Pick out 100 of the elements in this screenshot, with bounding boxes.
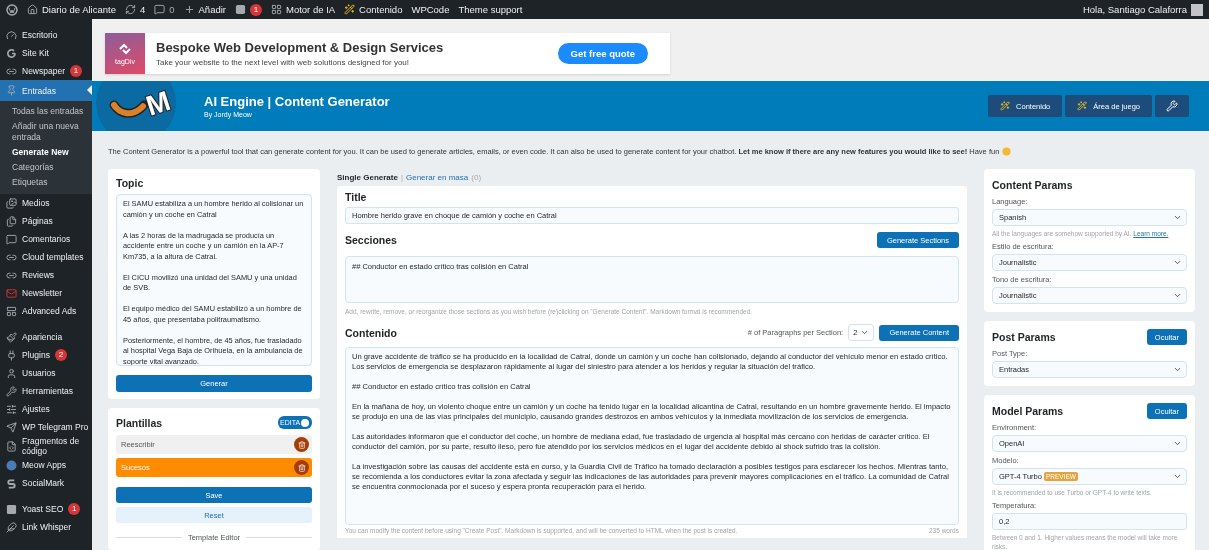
sidebar-item[interactable]: Newspaper 1 <box>0 62 92 80</box>
sidebar-item[interactable]: Site Kit <box>0 44 92 62</box>
count-badge: 1 <box>68 503 81 515</box>
sidebar-item[interactable]: Cloud templates <box>0 248 92 266</box>
toolbar-link[interactable]: Contenido <box>344 4 403 15</box>
sidebar-item[interactable]: Comentarios <box>0 230 92 248</box>
sidebar-item[interactable]: Reviews <box>0 266 92 284</box>
send-icon <box>6 421 17 433</box>
sidebar-item[interactable]: Escritorio <box>0 26 92 44</box>
field-label: Title <box>345 191 368 203</box>
mode-tab[interactable]: Single Generate <box>337 173 398 182</box>
s-logo-icon <box>6 477 17 489</box>
account-link[interactable]: Hola, Santiago Calaforra <box>1082 3 1203 16</box>
submenu-item[interactable]: Generate New <box>0 147 92 158</box>
separator: | <box>400 173 403 182</box>
wrench-icon <box>6 385 17 397</box>
pages-icon <box>6 215 17 227</box>
g-logo-icon <box>6 47 17 59</box>
wordpress-logo-icon <box>6 3 18 16</box>
mail-icon <box>6 287 17 299</box>
sidebar-item[interactable]: Herramientas <box>0 382 92 400</box>
field-label: Contenido <box>345 326 397 339</box>
refresh-icon <box>124 4 136 15</box>
chevron-icon <box>1173 472 1182 481</box>
comment-icon <box>6 233 17 245</box>
gauge-icon <box>6 29 17 41</box>
images-icon <box>6 197 17 209</box>
sidebar-item[interactable]: Medios <box>0 194 92 212</box>
submenu-item[interactable]: Todas las entradas <box>0 106 92 117</box>
page-title: AI Engine | Content Generator <box>204 94 391 109</box>
emoji-icon <box>1002 147 1012 156</box>
card-title: Plantillas <box>116 416 163 429</box>
home-icon <box>27 4 38 15</box>
trash-icon <box>297 440 306 449</box>
avatar-icon <box>1191 3 1203 16</box>
seo-link[interactable]: 1 <box>235 3 262 16</box>
count-badge: 2 <box>54 349 67 361</box>
submenu-item[interactable]: Añadir una nueva entrada <box>0 121 92 143</box>
tools-icon <box>1166 100 1178 112</box>
sidebar-item[interactable]: Fragmentos de código <box>0 436 92 456</box>
chevron-icon <box>1173 365 1182 374</box>
count-badge: 1 <box>70 65 82 77</box>
sidebar-item[interactable]: SocialMark <box>0 474 92 492</box>
updates-link[interactable]: 4 <box>124 4 146 15</box>
sidebar-item[interactable]: Ajustes <box>0 400 92 418</box>
trash-icon <box>297 463 306 472</box>
sidebar-item[interactable]: Advanced Ads <box>0 302 92 320</box>
square-logo-icon <box>235 4 246 15</box>
wand-icon <box>1077 101 1088 111</box>
card-title: Model Params <box>992 405 1064 417</box>
sidebar-item[interactable]: Meow Apps <box>0 456 92 474</box>
sidebar-item[interactable]: Yoast SEO 1 <box>0 500 92 518</box>
sidebar-item[interactable]: Newsletter <box>0 284 92 302</box>
layout-icon <box>6 305 17 317</box>
grid-icon <box>271 4 282 15</box>
toolbar-link[interactable]: Motor de IA <box>271 4 336 15</box>
site-link[interactable]: Diario de Alicante <box>27 4 116 15</box>
chevron-icon <box>1173 291 1182 300</box>
sidebar-item[interactable]: WP Telegram Pro <box>0 418 92 436</box>
delete-button[interactable] <box>294 460 309 475</box>
banner-subtitle: Take your website to the next level with web solutions designed for you! <box>156 58 411 67</box>
logo-letter: M <box>142 85 175 122</box>
chevron-icon <box>1173 439 1182 448</box>
feather-icon <box>6 521 17 533</box>
field-label: Secciones <box>345 234 397 246</box>
chevron-icon <box>860 328 870 337</box>
delete-button[interactable] <box>294 437 309 452</box>
pin-icon <box>6 85 17 96</box>
sidebar-item[interactable]: Apariencia <box>0 328 92 346</box>
sidebar-item[interactable]: Entradas <box>0 80 92 101</box>
card-title: Topic <box>116 177 145 189</box>
comments-link[interactable]: 0 <box>154 4 175 15</box>
comment-icon <box>154 4 166 15</box>
tools-button[interactable] <box>1155 95 1189 117</box>
sidebar-item[interactable]: Usuarios <box>0 364 92 382</box>
square-logo-icon <box>6 503 17 515</box>
chevron-icon <box>1173 258 1182 267</box>
sidebar-item[interactable]: Páginas <box>0 212 92 230</box>
wand-icon <box>1000 101 1011 111</box>
sliders-icon <box>6 403 17 415</box>
mode-tab[interactable]: Generar en masa <box>406 173 469 182</box>
user-icon <box>6 367 17 379</box>
plug-icon <box>6 349 17 361</box>
submenu-item[interactable]: Etiquetas <box>0 177 92 188</box>
chevron-icon <box>1173 213 1182 222</box>
circle-icon <box>6 459 17 471</box>
sidebar-item[interactable]: Link Whisper <box>0 518 92 536</box>
plus-icon <box>183 4 195 15</box>
wand-icon <box>344 4 356 15</box>
brush-icon <box>6 331 17 343</box>
sidebar-item[interactable]: Plugins 2 <box>0 346 92 364</box>
banner-title: Bespoke Web Development & Design Services <box>156 40 445 55</box>
add-new-link[interactable]: Añadir <box>183 4 226 15</box>
card-title: Post Params <box>992 331 1056 343</box>
toolbar-link[interactable]: WPCode <box>411 4 450 15</box>
toolbar-link[interactable]: Theme support <box>458 4 523 15</box>
count-badge: 1 <box>250 3 262 16</box>
submenu-item[interactable]: Categorías <box>0 162 92 173</box>
code-file-icon <box>6 440 17 452</box>
card-title: Content Params <box>992 179 1073 191</box>
